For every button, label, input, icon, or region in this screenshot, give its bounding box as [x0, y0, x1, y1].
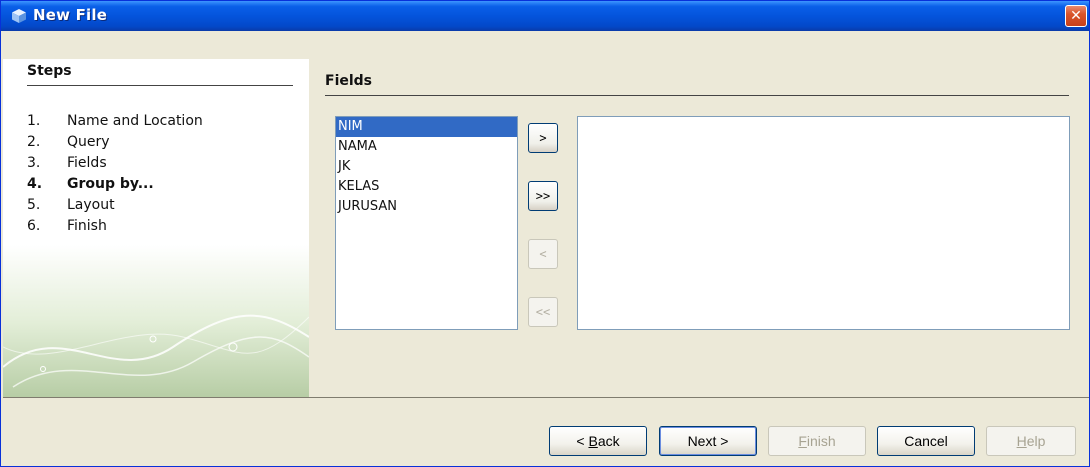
- add-field-button[interactable]: >: [528, 123, 558, 153]
- step-item: 1. Name and Location: [27, 111, 203, 132]
- step-item: 3. Fields: [27, 153, 203, 174]
- new-file-dialog: New File ✕ Steps 1. Name and Location 2. Qu…: [0, 0, 1090, 467]
- footer-divider: [3, 397, 1089, 398]
- field-list-item[interactable]: JURUSAN: [336, 197, 517, 217]
- back-label-rest: ack: [597, 433, 620, 449]
- step-label: Finish: [67, 218, 107, 234]
- steps-list: 1. Name and Location 2. Query 3. Fields 4. Grou…: [27, 111, 203, 237]
- step-number: 1.: [27, 113, 41, 129]
- remove-field-button[interactable]: <: [528, 239, 558, 269]
- available-fields-list[interactable]: NIM NAMA JK KELAS JURUSAN: [335, 116, 518, 330]
- finish-mnemonic: F: [798, 433, 807, 449]
- step-number: 5.: [27, 197, 41, 213]
- step-item: 6. Finish: [27, 216, 203, 237]
- step-label: Query: [67, 134, 110, 150]
- back-mnemonic: B: [588, 433, 598, 449]
- field-list-item[interactable]: JK: [336, 157, 517, 177]
- step-label: Layout: [67, 197, 115, 213]
- window-title: New File: [33, 6, 108, 24]
- help-label-rest: elp: [1026, 433, 1046, 449]
- help-mnemonic: H: [1016, 433, 1027, 449]
- finish-label-rest: inish: [806, 433, 836, 449]
- fields-divider: [325, 95, 1069, 96]
- decorative-swirl-graphic: [3, 314, 309, 388]
- step-item: 4. Group by...: [27, 174, 203, 195]
- field-list-item[interactable]: NIM: [336, 117, 517, 137]
- steps-divider: [27, 85, 293, 86]
- close-icon[interactable]: ✕: [1065, 5, 1087, 27]
- back-button[interactable]: < Back: [549, 426, 647, 456]
- help-button[interactable]: Help: [986, 426, 1076, 456]
- step-number: 2.: [27, 134, 41, 150]
- fields-heading: Fields: [325, 73, 373, 89]
- step-label: Group by...: [67, 176, 154, 192]
- cancel-button[interactable]: Cancel: [877, 426, 975, 456]
- step-number: 6.: [27, 218, 41, 234]
- steps-heading: Steps: [27, 63, 72, 79]
- step-label: Fields: [67, 155, 107, 171]
- step-item: 2. Query: [27, 132, 203, 153]
- step-number: 3.: [27, 155, 41, 171]
- field-list-item[interactable]: KELAS: [336, 177, 517, 197]
- step-label: Name and Location: [67, 113, 203, 129]
- field-list-item[interactable]: NAMA: [336, 137, 517, 157]
- step-number: 4.: [27, 176, 43, 192]
- add-all-fields-button[interactable]: >>: [528, 181, 558, 211]
- back-prefix: <: [576, 433, 589, 449]
- next-button[interactable]: Next >: [659, 426, 757, 456]
- finish-button[interactable]: Finish: [768, 426, 866, 456]
- title-bar[interactable]: New File ✕: [1, 1, 1089, 31]
- netbeans-cube-icon: [11, 8, 27, 24]
- remove-all-fields-button[interactable]: <<: [528, 297, 558, 327]
- step-item: 5. Layout: [27, 195, 203, 216]
- group-by-fields-list[interactable]: [577, 116, 1070, 330]
